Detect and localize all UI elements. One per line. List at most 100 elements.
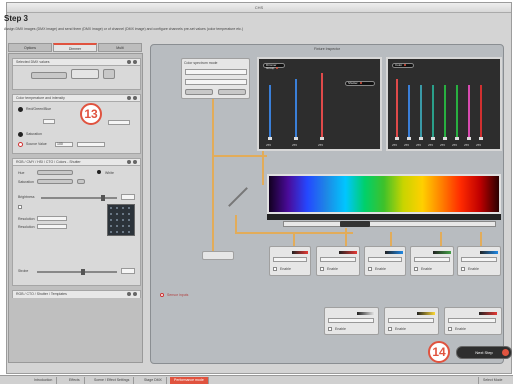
group-label[interactable]: Dimmer Group: [263, 63, 285, 70]
close-icon[interactable]: [133, 60, 137, 64]
fader-handle[interactable]: [268, 137, 272, 140]
tab-multi[interactable]: Multi: [98, 43, 142, 52]
fader-handle[interactable]: [455, 137, 459, 140]
brightness-slider[interactable]: [41, 195, 117, 201]
radio-rgb[interactable]: [18, 107, 23, 112]
temperature-field[interactable]: [43, 119, 55, 124]
footer-select-mode[interactable]: Select Mode: [478, 377, 506, 384]
mode-select-2[interactable]: [185, 79, 247, 85]
slider-knob[interactable]: [81, 269, 85, 275]
tab-dimmer[interactable]: Dimmer: [53, 43, 97, 52]
close-icon[interactable]: [133, 160, 137, 164]
radio-source[interactable]: [18, 142, 23, 147]
strobe-slider[interactable]: [37, 269, 117, 275]
preset-card-7[interactable]: Enable: [384, 307, 439, 335]
close-icon[interactable]: [133, 96, 137, 100]
preset-card-4[interactable]: Enable: [410, 246, 454, 276]
preset-checkbox[interactable]: [368, 267, 372, 271]
value-button-1[interactable]: [31, 72, 67, 79]
preset-card-8[interactable]: Enable: [444, 307, 502, 335]
source-value-input[interactable]: 100: [55, 142, 73, 147]
white-checkbox[interactable]: [97, 170, 101, 174]
preset-card-6[interactable]: Enable: [324, 307, 379, 335]
preset-checkbox[interactable]: [328, 327, 332, 331]
fader-handle[interactable]: [467, 137, 471, 140]
fader-handle[interactable]: [395, 137, 399, 140]
fader-handle[interactable]: [431, 137, 435, 140]
source-unit-field[interactable]: [77, 142, 105, 147]
strobe-value[interactable]: [121, 268, 135, 274]
preset-name-field[interactable]: [388, 318, 434, 323]
fader-handle[interactable]: [320, 137, 324, 140]
fader-handle[interactable]: [443, 137, 447, 140]
value-button-3[interactable]: [103, 69, 115, 79]
preset-name-field[interactable]: [273, 257, 307, 262]
spectrum-range-selector[interactable]: [340, 221, 370, 227]
preset-checkbox[interactable]: [320, 267, 324, 271]
fader-c2[interactable]: [407, 85, 411, 140]
saturation-select[interactable]: [37, 179, 73, 184]
fader-3[interactable]: [320, 73, 324, 140]
brightness-value[interactable]: [121, 194, 135, 200]
fader-handle[interactable]: [294, 137, 298, 140]
fader-c1[interactable]: [395, 79, 399, 140]
close-icon[interactable]: [133, 292, 137, 296]
fader-c8[interactable]: [479, 85, 483, 140]
fader-handle[interactable]: [419, 137, 423, 140]
preset-checkbox[interactable]: [414, 267, 418, 271]
preset-checkbox[interactable]: [273, 267, 277, 271]
saturation-step[interactable]: [77, 179, 85, 184]
fader-c4[interactable]: [431, 85, 435, 140]
footer-tab-stage-dmx[interactable]: Stage DMX: [140, 377, 167, 384]
preset-card-2[interactable]: Enable: [316, 246, 360, 276]
output-node[interactable]: [202, 251, 234, 260]
gobo-pattern-icon[interactable]: [107, 204, 135, 236]
fader-c6[interactable]: [455, 85, 459, 140]
reset-button[interactable]: [218, 89, 246, 95]
footer-tab-performance[interactable]: Performance mode: [170, 377, 209, 384]
preset-name-field[interactable]: [328, 318, 374, 323]
preset-card-5[interactable]: Enable: [457, 246, 501, 276]
next-step-button[interactable]: Next Step: [456, 346, 512, 359]
preset-checkbox[interactable]: [461, 267, 465, 271]
color-spectrum[interactable]: [267, 174, 501, 214]
temperature-field-2[interactable]: [108, 120, 130, 125]
tab-options[interactable]: Options: [8, 43, 52, 52]
preset-name-field[interactable]: [448, 318, 496, 323]
fader-2[interactable]: [294, 79, 298, 140]
radio-saturation[interactable]: [18, 132, 23, 137]
value-button-2[interactable]: [71, 69, 99, 79]
preset-name-field[interactable]: [368, 257, 402, 262]
settings-icon[interactable]: [127, 160, 131, 164]
resolution-a-field[interactable]: [37, 216, 67, 221]
preset-name-field[interactable]: [414, 257, 450, 262]
apply-button[interactable]: [185, 89, 213, 95]
preset-card-3[interactable]: Enable: [364, 246, 406, 276]
sensor-toggle[interactable]: [160, 293, 164, 297]
option-checkbox[interactable]: [18, 205, 22, 209]
footer-tab-introduction[interactable]: Introduction: [30, 377, 58, 384]
mode-select[interactable]: [185, 69, 247, 75]
footer-tab-effects[interactable]: Effects: [65, 377, 85, 384]
fader-handle[interactable]: [407, 137, 411, 140]
spectrum-range-bar[interactable]: [283, 221, 496, 227]
preset-checkbox[interactable]: [388, 327, 392, 331]
preset-checkbox[interactable]: [448, 327, 452, 331]
footer-tab-scene-settings[interactable]: Scene / Effect Settings: [90, 377, 135, 384]
fader-1[interactable]: [268, 85, 272, 140]
settings-icon[interactable]: [127, 292, 131, 296]
fader-c7[interactable]: [467, 85, 471, 140]
slider-knob[interactable]: [101, 195, 105, 201]
preset-name-field[interactable]: [320, 257, 356, 262]
preset-name-field[interactable]: [461, 257, 497, 262]
settings-icon[interactable]: [127, 60, 131, 64]
shutter-label[interactable]: Shutter: [345, 81, 375, 86]
settings-icon[interactable]: [127, 96, 131, 100]
fader-c3[interactable]: [419, 85, 423, 140]
fader-handle[interactable]: [479, 137, 483, 140]
resolution-b-field[interactable]: [37, 224, 67, 229]
hue-select[interactable]: [37, 170, 73, 175]
fader-c5[interactable]: [443, 85, 447, 140]
group-label[interactable]: Color: [392, 63, 414, 68]
preset-card-1[interactable]: Enable: [269, 246, 311, 276]
